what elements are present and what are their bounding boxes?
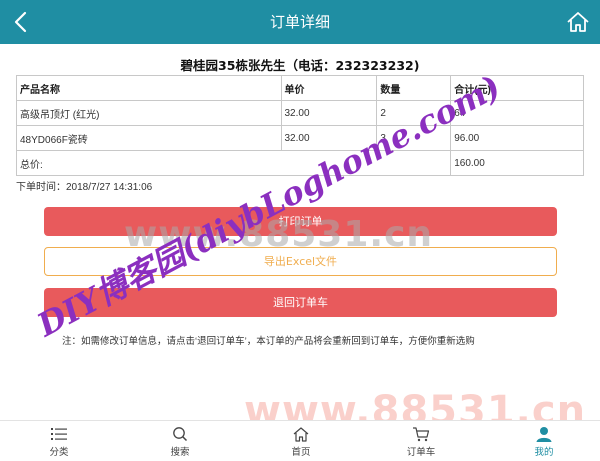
tab-cart[interactable]: 订单车 [391,421,451,461]
column-header-qty: 数量 [376,75,452,101]
cell-product-name: 48YD066F瓷砖 [16,125,282,151]
top-bar: 订单详细 [0,0,600,44]
cell-total: 64 [450,100,584,126]
tab-home[interactable]: 首页 [271,421,331,461]
tab-category[interactable]: 分类 [29,421,89,461]
bottom-tab-bar: 分类 搜索 首页 订单车 我的 [0,420,600,461]
table-row: 高级吊顶灯 (红光) 32.00 2 64 [16,100,584,126]
cell-qty: 3 [376,125,452,151]
list-icon [51,428,67,440]
column-header-name: 产品名称 [16,75,282,101]
home-icon [293,427,309,442]
cell-total: 96.00 [450,125,584,151]
cell-price: 32.00 [280,100,378,126]
tab-label: 搜索 [170,447,190,458]
tab-label: 我的 [534,447,554,458]
table-header-row: 产品名称 单价 数量 合计(元) [16,75,584,101]
order-note: 注：如需修改订单信息，请点击‘退回订单车’，本订单的产品将会重新回到订单车，方便… [62,336,475,347]
tab-mine[interactable]: 我的 [514,421,574,461]
print-order-button[interactable]: 打印订单 [44,207,557,236]
search-icon [173,427,188,442]
export-excel-button[interactable]: 导出Excel文件 [44,247,557,276]
total-value: 160.00 [450,150,584,176]
column-header-price: 单价 [280,75,378,101]
home-icon[interactable] [564,8,592,36]
tab-search[interactable]: 搜索 [150,421,210,461]
total-row: 总价: 160.00 [15,150,584,176]
cell-price: 32.00 [280,125,378,151]
return-to-cart-button[interactable]: 退回订单车 [44,288,557,317]
column-header-total: 合计(元) [450,75,584,101]
tab-label: 首页 [291,447,311,458]
order-customer-title: 碧桂园35栋张先生（电话：232323232) [180,58,420,73]
cell-qty: 2 [376,100,452,126]
order-time: 下单时间：2018/7/27 14:31:06 [16,182,153,193]
cart-icon [413,427,430,442]
tab-label: 分类 [49,447,69,458]
tab-label: 订单车 [406,447,436,458]
order-items-table: 产品名称 单价 数量 合计(元) 高级吊顶灯 (红光) 32.00 2 64 4… [15,75,584,176]
user-icon [536,427,552,442]
table-row: 48YD066F瓷砖 32.00 3 96.00 [16,125,584,151]
page-title: 订单详细 [269,13,330,31]
total-label: 总价: [15,150,452,176]
cell-product-name: 高级吊顶灯 (红光) [16,100,282,126]
